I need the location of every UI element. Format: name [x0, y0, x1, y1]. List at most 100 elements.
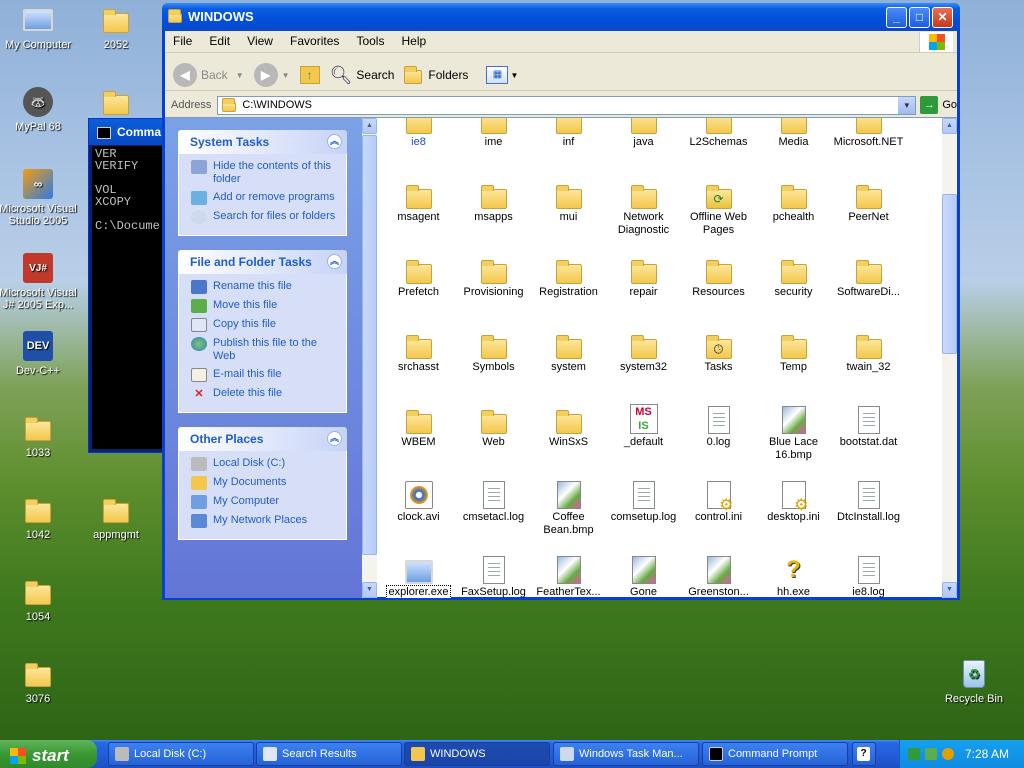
command-prompt-titlebar[interactable]: Comma: [89, 119, 167, 145]
file-item[interactable]: Microsoft.NET: [831, 118, 906, 149]
file-item[interactable]: ⟳ Offline Web Pages: [681, 175, 756, 237]
command-prompt-window[interactable]: Comma VER VERIFY VOL XCOPY C:\Docume: [88, 118, 168, 453]
close-button[interactable]: ✕: [932, 7, 953, 28]
clock[interactable]: 7:28 AM: [965, 747, 1009, 761]
tray-search-icon[interactable]: [942, 748, 954, 760]
file-item[interactable]: comsetup.log: [606, 475, 681, 524]
menu-tools[interactable]: Tools: [356, 34, 384, 48]
file-item[interactable]: 0.log: [681, 400, 756, 449]
desktop-icon-my-computer[interactable]: My Computer: [0, 4, 78, 51]
file-item[interactable]: Prefetch: [381, 250, 456, 299]
start-button[interactable]: start: [0, 740, 97, 768]
file-item[interactable]: FaxSetup.log: [456, 550, 531, 598]
task-delete-file[interactable]: ✕ Delete this file: [191, 387, 340, 401]
search-button[interactable]: 🔍︎ Search: [330, 65, 395, 86]
menu-favorites[interactable]: Favorites: [290, 34, 339, 48]
scroll-up-arrow-icon[interactable]: ▲: [362, 118, 377, 134]
menu-help[interactable]: Help: [402, 34, 427, 48]
network-status-icon[interactable]: [908, 748, 920, 760]
task-publish-file[interactable]: Publish this file to the Web: [191, 337, 340, 363]
file-item[interactable]: Gone: [606, 550, 681, 598]
explorer-titlebar[interactable]: WINDOWS _ □ ✕: [162, 3, 960, 31]
file-item[interactable]: Media: [756, 118, 831, 149]
rename-field[interactable]: explorer.exe: [385, 585, 452, 598]
scroll-down-arrow-icon[interactable]: ▼: [942, 582, 957, 598]
file-item[interactable]: inf: [531, 118, 606, 149]
taskbar-item-local-disk[interactable]: Local Disk (C:): [108, 742, 254, 766]
task-email-file[interactable]: E-mail this file: [191, 368, 340, 382]
panel-header[interactable]: System Tasks ︽: [178, 130, 347, 154]
task-hide-folder-contents[interactable]: Hide the contents of this folder: [191, 160, 340, 186]
scrollbar-thumb[interactable]: [362, 135, 377, 555]
file-item[interactable]: Greenston...: [681, 550, 756, 598]
file-item[interactable]: twain_32: [831, 325, 906, 374]
menu-edit[interactable]: Edit: [209, 34, 230, 48]
taskbar-item-help[interactable]: ?: [852, 742, 876, 766]
file-item[interactable]: Web: [456, 400, 531, 449]
place-local-disk[interactable]: Local Disk (C:): [191, 457, 340, 471]
panel-header[interactable]: File and Folder Tasks ︽: [178, 250, 347, 274]
file-item[interactable]: mui: [531, 175, 606, 224]
taskbar-item-command-prompt[interactable]: Command Prompt: [702, 742, 848, 766]
file-item[interactable]: Resources: [681, 250, 756, 299]
file-item[interactable]: ime: [456, 118, 531, 149]
task-rename-file[interactable]: Rename this file: [191, 280, 340, 294]
scrollbar-thumb[interactable]: [942, 194, 957, 354]
menu-view[interactable]: View: [247, 34, 273, 48]
file-item[interactable]: pchealth: [756, 175, 831, 224]
file-item[interactable]: FeatherTex...: [531, 550, 606, 598]
file-item[interactable]: msapps: [456, 175, 531, 224]
maximize-button[interactable]: □: [909, 7, 930, 28]
file-item[interactable]: ie8: [381, 118, 456, 149]
file-item[interactable]: Coffee Bean.bmp: [531, 475, 606, 537]
file-item[interactable]: WinSxS: [531, 400, 606, 449]
desktop-icon-1033[interactable]: 1033: [0, 412, 78, 459]
file-item[interactable]: Provisioning: [456, 250, 531, 299]
up-folder-button[interactable]: ↑: [299, 66, 320, 84]
file-item[interactable]: control.ini: [681, 475, 756, 524]
file-item[interactable]: system32: [606, 325, 681, 374]
address-input[interactable]: C:\WINDOWS ▼: [217, 95, 917, 115]
desktop-icon-2052[interactable]: 2052: [76, 4, 156, 51]
file-item[interactable]: msagent: [381, 175, 456, 224]
taskbar-item-task-manager[interactable]: Windows Task Man...: [553, 742, 699, 766]
desktop-icon-recycle-bin[interactable]: ♻ Recycle Bin: [934, 658, 1014, 705]
collapse-chevron-icon[interactable]: ︽: [327, 254, 342, 269]
file-item[interactable]: clock.avi: [381, 475, 456, 524]
desktop-icon-visual-jsharp[interactable]: VJ# Microsoft Visual J# 2005 Exp...: [0, 252, 78, 311]
place-my-network-places[interactable]: My Network Places: [191, 514, 340, 528]
desktop-icon-1042[interactable]: 1042: [0, 494, 78, 541]
file-item[interactable]: system: [531, 325, 606, 374]
back-button[interactable]: ◀ Back ▼: [173, 63, 244, 87]
file-item[interactable]: Symbols: [456, 325, 531, 374]
collapse-chevron-icon[interactable]: ︽: [327, 134, 342, 149]
file-item[interactable]: L2Schemas: [681, 118, 756, 149]
task-copy-file[interactable]: Copy this file: [191, 318, 340, 332]
desktop-icon-3076[interactable]: 3076: [0, 658, 78, 705]
folders-button[interactable]: Folders: [404, 66, 468, 84]
taskbar-item-search-results[interactable]: Search Results: [256, 742, 402, 766]
task-pane-scrollbar[interactable]: ▲ ▼: [362, 118, 377, 598]
tray-app-icon[interactable]: [925, 748, 937, 760]
file-item[interactable]: WBEM: [381, 400, 456, 449]
desktop-icon-visual-studio[interactable]: ∞ Microsoft Visual Studio 2005: [0, 168, 78, 227]
file-list-scrollbar[interactable]: ▲ ▼: [942, 118, 957, 598]
file-item[interactable]: PeerNet: [831, 175, 906, 224]
place-my-computer[interactable]: My Computer: [191, 495, 340, 509]
taskbar-item-windows[interactable]: WINDOWS: [404, 742, 550, 766]
file-item[interactable]: security: [756, 250, 831, 299]
file-item[interactable]: repair: [606, 250, 681, 299]
address-dropdown-button[interactable]: ▼: [898, 96, 916, 114]
file-item[interactable]: Registration: [531, 250, 606, 299]
views-button[interactable]: ▦ ▼: [486, 66, 518, 84]
desktop-icon-1054[interactable]: 1054: [0, 576, 78, 623]
file-item[interactable]: Temp: [756, 325, 831, 374]
file-item[interactable]: desktop.ini: [756, 475, 831, 524]
file-item[interactable]: 🕓︎ Tasks: [681, 325, 756, 374]
file-item[interactable]: Network Diagnostic: [606, 175, 681, 237]
task-add-remove-programs[interactable]: Add or remove programs: [191, 191, 340, 205]
file-item[interactable]: DtcInstall.log: [831, 475, 906, 524]
file-item[interactable]: ie8.log: [831, 550, 906, 598]
forward-button[interactable]: ▶ ▼: [253, 63, 290, 87]
desktop-icon-mypal[interactable]: 🦝 MyPal 68: [0, 86, 78, 133]
